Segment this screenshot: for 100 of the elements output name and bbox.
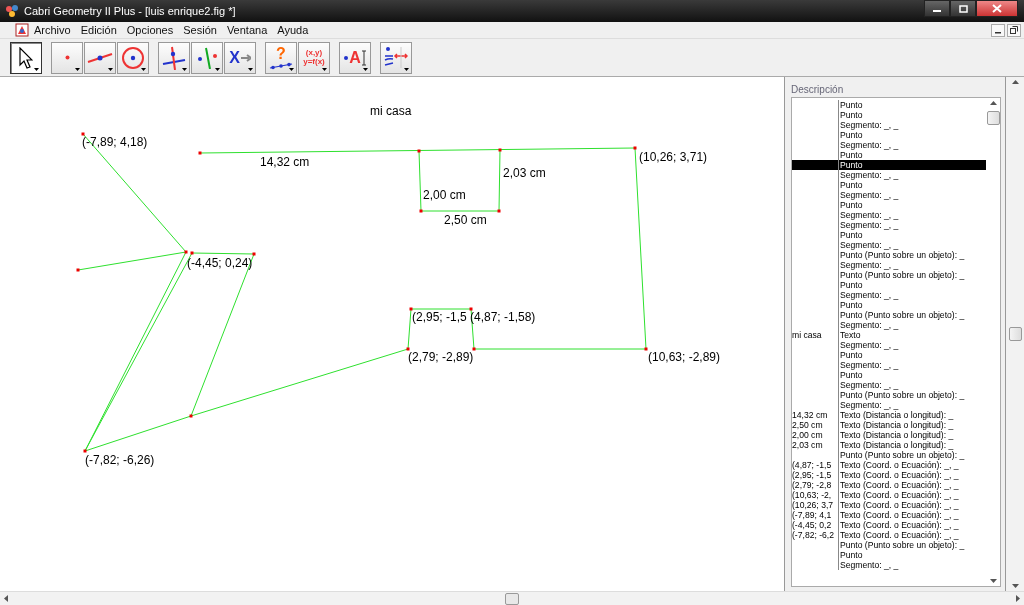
description-row[interactable]: (4,87; -1,5 Texto (Coord. o Ecuación): _, _ <box>792 460 986 470</box>
description-row[interactable]: 2,00 cm Texto (Distancia o longitud): _ <box>792 430 986 440</box>
scroll-thumb[interactable] <box>1008 327 1022 341</box>
menu-item[interactable]: Sesión <box>178 24 222 36</box>
caret-icon <box>141 67 146 71</box>
canvas-label: 2,50 cm <box>444 213 487 227</box>
description-row[interactable]: Punto (Punto sobre un objeto): _ <box>792 270 986 280</box>
description-row[interactable]: Segmento: _, _ <box>792 120 986 130</box>
maximize-button[interactable] <box>950 0 976 17</box>
tool-button[interactable]: X <box>224 41 256 74</box>
dotted-line-icon <box>269 61 293 70</box>
line-icon <box>87 51 113 64</box>
canvas-label: (2,95; -1,5 <box>412 310 467 324</box>
description-row[interactable]: (-7,89; 4,1 Texto (Coord. o Ecuación): _, _ <box>792 510 986 520</box>
description-row[interactable]: Segmento: _, _ <box>792 140 986 150</box>
description-row[interactable]: (2,95; -1,5 Texto (Coord. o Ecuación): _, _ <box>792 470 986 480</box>
description-row[interactable]: Segmento: _, _ <box>792 380 986 390</box>
canvas-label: 2,03 cm <box>503 166 546 180</box>
restore-button[interactable] <box>1007 23 1021 37</box>
description-row[interactable]: Punto (Punto sobre un objeto): _ <box>792 390 986 400</box>
tool-button[interactable] <box>10 41 42 74</box>
description-row[interactable]: Segmento: _, _ <box>792 560 986 570</box>
minimize-button[interactable] <box>924 0 950 17</box>
description-row[interactable]: Segmento: _, _ <box>792 240 986 250</box>
canvas-label: (10,63; -2,89) <box>648 350 721 364</box>
horizontal-scrollbar[interactable] <box>0 591 1024 605</box>
scroll-up-icon <box>989 101 997 105</box>
description-row[interactable]: mi casa Texto <box>792 330 986 340</box>
description-row[interactable]: 2,50 cm Texto (Distancia o longitud): _ <box>792 420 986 430</box>
canvas-label: (-7,89; 4,18) <box>82 135 148 149</box>
app-logo-icon <box>4 3 20 19</box>
arrow-icon <box>240 53 251 62</box>
scroll-up-icon <box>1011 80 1019 84</box>
description-row[interactable]: Punto (Punto sobre un objeto): _ <box>792 250 986 260</box>
canvas-label: mi casa <box>370 104 412 118</box>
menu-item[interactable]: Ventana <box>221 24 273 36</box>
description-row[interactable]: Segmento: _, _ <box>792 400 986 410</box>
description-row[interactable]: (-4,45; 0,2 Texto (Coord. o Ecuación): _, _ <box>792 520 986 530</box>
description-row[interactable]: Segmento: _, _ <box>792 340 986 350</box>
description-row[interactable]: Segmento: _, _ <box>792 320 986 330</box>
description-row[interactable]: Punto <box>792 180 986 190</box>
description-row[interactable]: Segmento: _, _ <box>792 220 986 230</box>
description-row[interactable]: Punto (Punto sobre un objeto): _ <box>792 540 986 550</box>
description-row[interactable]: Segmento: _, _ <box>792 360 986 370</box>
description-row[interactable]: 2,03 cm Texto (Distancia o longitud): _ <box>792 440 986 450</box>
description-row[interactable]: Punto <box>792 110 986 120</box>
description-row[interactable]: Segmento: _, _ <box>792 170 986 180</box>
description-row[interactable]: (-7,82; -6,2 Texto (Coord. o Ecuación): _, _ <box>792 530 986 540</box>
description-row[interactable]: Punto <box>792 550 986 560</box>
caret-icon <box>182 67 187 71</box>
description-row[interactable]: (2,79; -2,8 Texto (Coord. o Ecuación): _, _ <box>792 480 986 490</box>
menu-item[interactable]: Opciones <box>121 24 179 36</box>
vertical-scrollbar[interactable] <box>1006 77 1024 591</box>
menu-item[interactable]: Edición <box>75 24 122 36</box>
description-row[interactable]: Punto <box>792 200 986 210</box>
tool-button[interactable] <box>380 41 412 74</box>
caret-icon <box>34 67 39 71</box>
description-row[interactable]: Punto <box>792 230 986 240</box>
description-row[interactable]: (10,26; 3,7 Texto (Coord. o Ecuación): _, _ <box>792 500 986 510</box>
text-cursor-icon <box>361 49 366 66</box>
description-row[interactable]: Segmento: _, _ <box>792 290 986 300</box>
canvas-label: (10,26; 3,71) <box>639 150 708 164</box>
caret-icon <box>363 67 368 71</box>
menu-item[interactable]: Ayuda <box>272 24 314 36</box>
description-row[interactable]: (10,63; -2, Texto (Coord. o Ecuación): _, _ <box>792 490 986 500</box>
tool-button[interactable] <box>158 41 190 74</box>
menu-item[interactable]: Archivo <box>29 24 76 36</box>
close-button[interactable] <box>976 0 1018 17</box>
canvas-label: (-7,82; -6,26) <box>85 453 155 467</box>
scroll-left-icon <box>4 595 8 602</box>
caret-icon <box>404 67 409 71</box>
description-row[interactable]: 14,32 cm Texto (Distancia o longitud): _ <box>792 410 986 420</box>
description-row[interactable]: Segmento: _, _ <box>792 190 986 200</box>
description-row[interactable]: Punto <box>792 100 986 110</box>
circle-icon <box>122 46 144 69</box>
description-row[interactable]: Segmento: _, _ <box>792 210 986 220</box>
scroll-right-icon <box>1016 595 1020 602</box>
canvas-label: 2,00 cm <box>423 188 466 202</box>
scroll-down-icon <box>989 579 997 583</box>
description-row[interactable]: Punto (Punto sobre un objeto): _ <box>792 310 986 320</box>
description-row[interactable]: Punto <box>792 350 986 360</box>
arrow-cursor-icon <box>19 46 33 69</box>
description-row[interactable]: Punto <box>792 160 986 170</box>
caret-icon <box>322 67 327 71</box>
close-icon <box>992 4 1002 13</box>
description-row[interactable]: Punto <box>792 280 986 290</box>
description-row[interactable]: Punto (Punto sobre un objeto): _ <box>792 450 986 460</box>
description-row[interactable]: Punto <box>792 130 986 140</box>
tool-button[interactable]: (x,y) y=f(x) <box>298 41 330 74</box>
description-row[interactable]: Punto <box>792 300 986 310</box>
scroll-thumb[interactable] <box>986 111 1000 125</box>
description-row[interactable]: Segmento: _, _ <box>792 260 986 270</box>
description-row[interactable]: Punto <box>792 370 986 380</box>
caret-icon <box>108 67 113 71</box>
document-icon[interactable] <box>15 23 29 37</box>
tool-button[interactable]: A <box>339 41 371 74</box>
minimize-button[interactable] <box>991 23 1005 37</box>
list-scrollbar[interactable] <box>986 98 1000 586</box>
scroll-thumb[interactable] <box>505 592 519 605</box>
tool-button[interactable] <box>84 41 116 74</box>
